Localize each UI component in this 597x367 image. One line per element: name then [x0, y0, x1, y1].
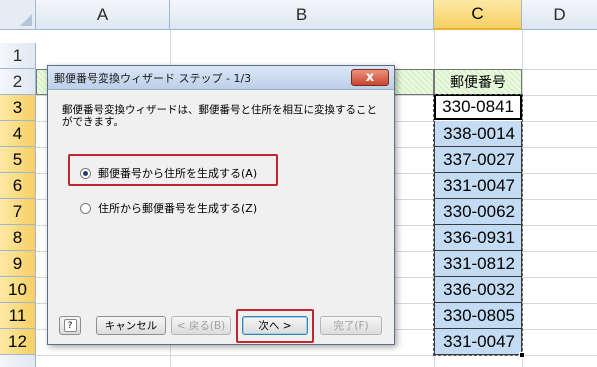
postal-code-cell[interactable]: 331-0812: [434, 251, 522, 277]
row-header-13[interactable]: [0, 355, 36, 367]
row-header-10[interactable]: 10: [0, 277, 36, 303]
row-header-5[interactable]: 5: [0, 147, 36, 173]
column-header-a[interactable]: A: [36, 0, 170, 30]
header-cell-postal-code[interactable]: 郵便番号: [434, 69, 522, 95]
postal-code-cell[interactable]: 336-0931: [434, 225, 522, 251]
wizard-description: 郵便番号変換ウィザードは、郵便番号と住所を相互に変換することができます。: [62, 104, 377, 128]
row-header-11[interactable]: 11: [0, 303, 36, 329]
option-postal-from-address[interactable]: 住所から郵便番号を生成する(Z): [80, 200, 257, 216]
row-header-1[interactable]: 1: [0, 43, 36, 69]
radio-unselected-icon[interactable]: [80, 202, 91, 214]
back-button[interactable]: < 戻る(B): [171, 316, 231, 335]
select-all-corner[interactable]: [0, 0, 36, 30]
option-label: 郵便番号から住所を生成する(A): [98, 167, 258, 180]
row-header-8[interactable]: 8: [0, 225, 36, 251]
postal-code-cell[interactable]: 330-0805: [434, 303, 522, 329]
row-header-7[interactable]: 7: [0, 199, 36, 225]
help-icon: ?: [63, 319, 77, 332]
postal-code-wizard-dialog: 郵便番号変換ウィザード ステップ - 1/3 x 郵便番号変換ウィザードは、郵便…: [47, 65, 395, 345]
row-header-12[interactable]: 12: [0, 329, 36, 355]
row-header-2[interactable]: 2: [0, 69, 36, 95]
option-label: 住所から郵便番号を生成する(Z): [98, 202, 258, 215]
close-button[interactable]: x: [351, 69, 389, 86]
postal-code-cell[interactable]: 336-0032: [434, 277, 522, 303]
dialog-title: 郵便番号変換ウィザード ステップ - 1/3: [54, 71, 252, 85]
postal-code-cell[interactable]: 330-0841: [434, 94, 522, 120]
postal-code-cell[interactable]: 331-0047: [434, 329, 522, 355]
postal-code-cell[interactable]: 330-0062: [434, 199, 522, 225]
fill-handle[interactable]: [519, 352, 525, 358]
column-header-d[interactable]: D: [522, 0, 597, 30]
cancel-button[interactable]: キャンセル: [96, 316, 166, 335]
option-address-from-postal[interactable]: 郵便番号から住所を生成する(A): [80, 165, 257, 181]
radio-selected-icon[interactable]: [80, 167, 91, 179]
postal-code-cell[interactable]: 331-0047: [434, 173, 522, 199]
row-header-4[interactable]: 4: [0, 121, 36, 147]
row-header-3[interactable]: 3: [0, 95, 36, 121]
dialog-titlebar[interactable]: 郵便番号変換ウィザード ステップ - 1/3 x: [48, 66, 394, 90]
finish-button[interactable]: 完了(F): [320, 316, 382, 335]
postal-code-cell[interactable]: 337-0027: [434, 147, 522, 173]
help-button[interactable]: ?: [59, 316, 81, 335]
close-icon: x: [365, 70, 375, 85]
row-header-6[interactable]: 6: [0, 173, 36, 199]
row-header-9[interactable]: 9: [0, 251, 36, 277]
next-button[interactable]: 次へ >: [242, 316, 308, 335]
column-header-c[interactable]: C: [434, 0, 522, 30]
postal-code-cell[interactable]: 338-0014: [434, 121, 522, 147]
column-header-b[interactable]: B: [170, 0, 434, 30]
